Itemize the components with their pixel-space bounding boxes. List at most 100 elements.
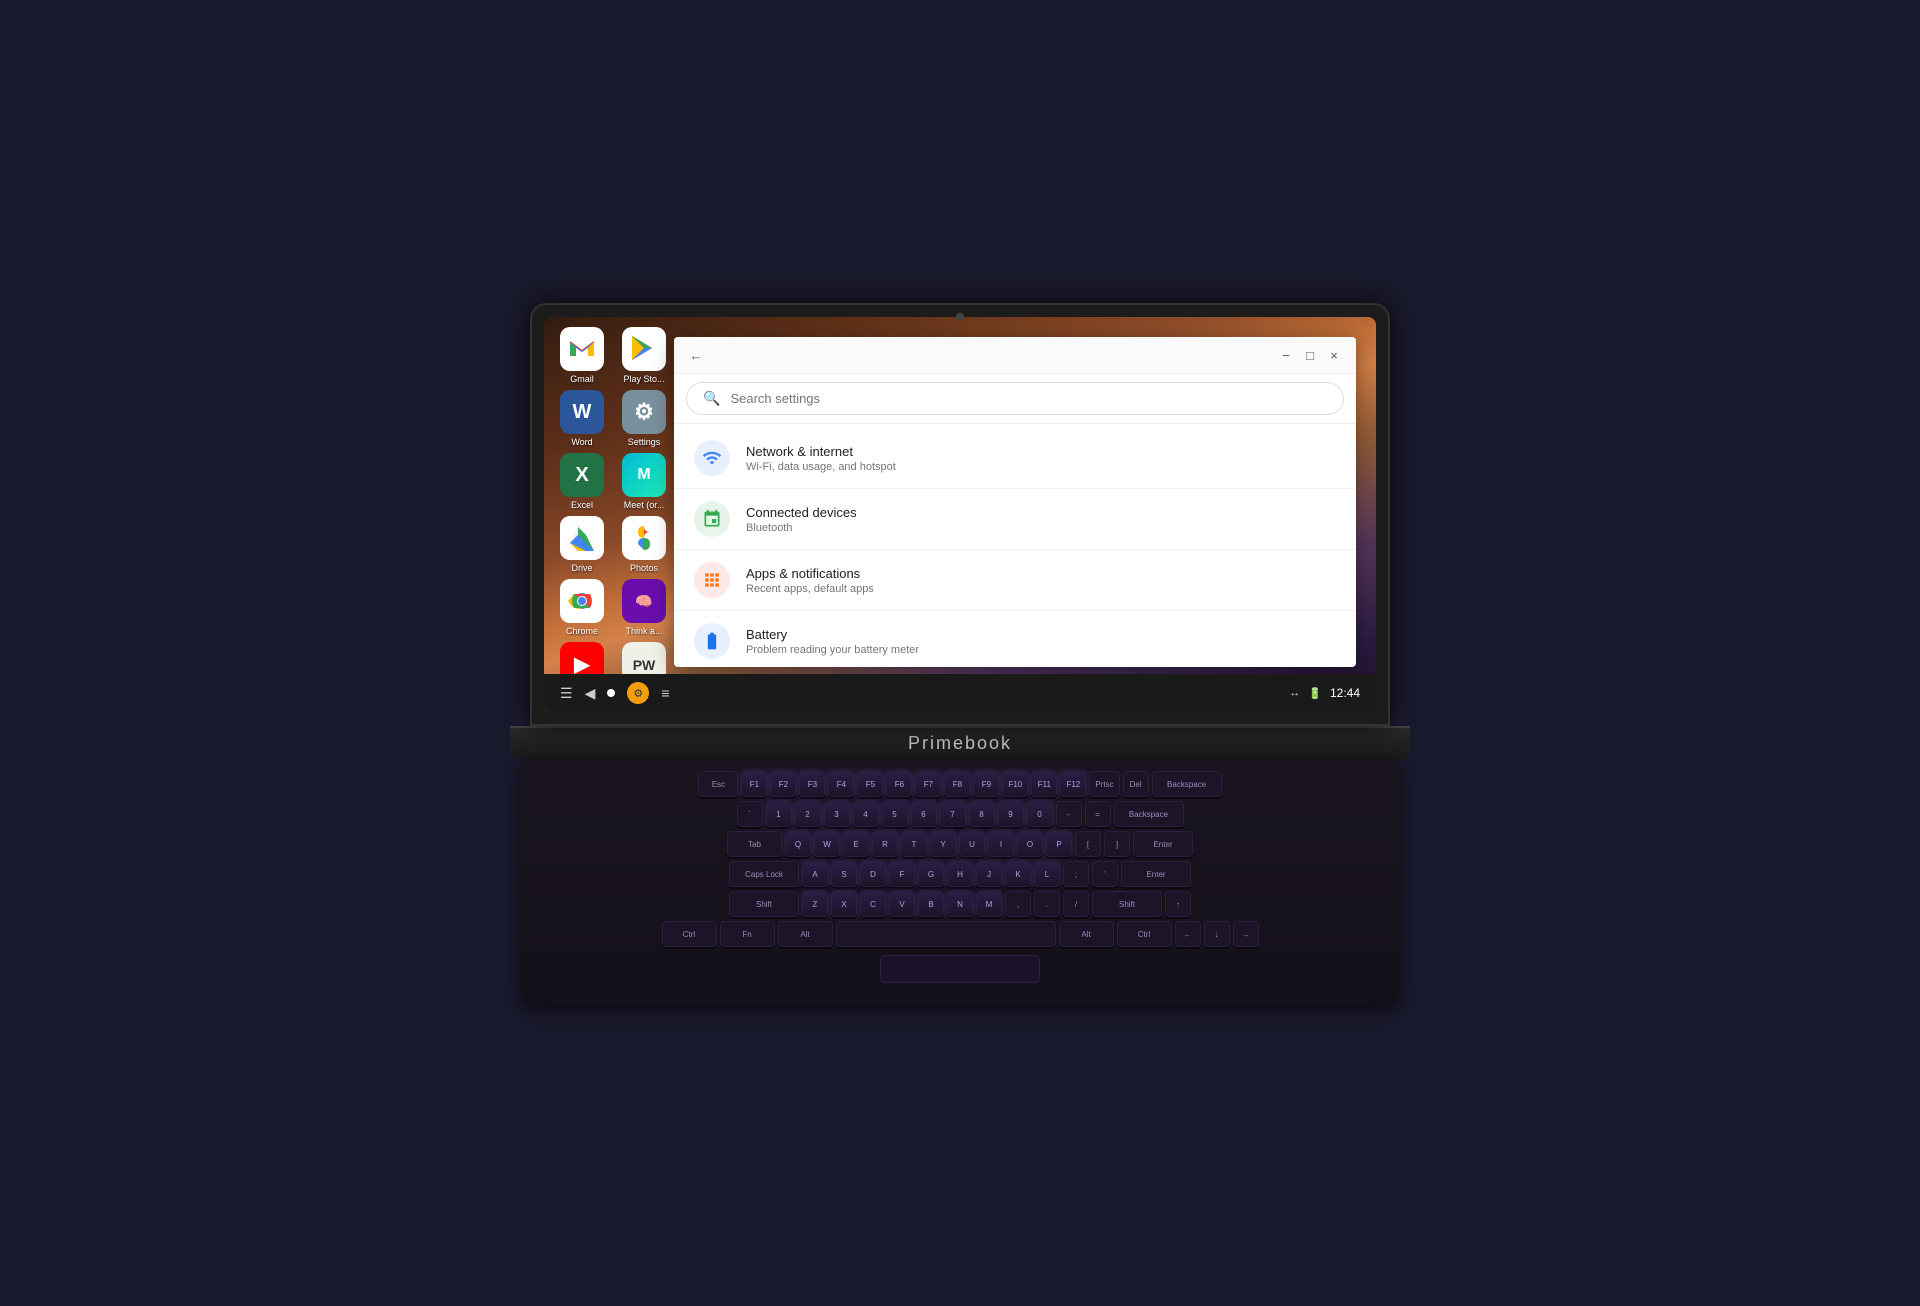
key-6[interactable]: 6 <box>911 801 937 827</box>
key-d[interactable]: D <box>860 861 886 887</box>
key-f5[interactable]: F5 <box>857 771 883 797</box>
key-e[interactable]: E <box>843 831 869 857</box>
key-backtick[interactable]: ` <box>737 801 763 827</box>
key-backspace2[interactable]: Backspace <box>1114 801 1184 827</box>
key-lbracket[interactable]: [ <box>1075 831 1101 857</box>
key-enter2[interactable]: Enter <box>1121 861 1191 887</box>
key-l[interactable]: L <box>1034 861 1060 887</box>
key-f9[interactable]: F9 <box>973 771 999 797</box>
key-b[interactable]: B <box>918 891 944 917</box>
key-fn[interactable]: Fn <box>720 921 775 947</box>
key-h[interactable]: H <box>947 861 973 887</box>
key-4[interactable]: 4 <box>853 801 879 827</box>
app-icon-meet[interactable]: M Meet (or... <box>616 453 672 510</box>
key-y[interactable]: Y <box>930 831 956 857</box>
key-s[interactable]: S <box>831 861 857 887</box>
key-del[interactable]: Del <box>1123 771 1149 797</box>
key-2[interactable]: 2 <box>795 801 821 827</box>
settings-item-battery[interactable]: Battery Problem reading your battery met… <box>674 611 1356 667</box>
key-q[interactable]: Q <box>785 831 811 857</box>
search-input[interactable] <box>730 391 1327 406</box>
key-period[interactable]: . <box>1034 891 1060 917</box>
key-o[interactable]: O <box>1017 831 1043 857</box>
key-esc[interactable]: Esc <box>698 771 738 797</box>
key-x[interactable]: X <box>831 891 857 917</box>
key-5[interactable]: 5 <box>882 801 908 827</box>
key-f3[interactable]: F3 <box>799 771 825 797</box>
app-icon-excel[interactable]: X Excel <box>554 453 610 510</box>
key-f11[interactable]: F11 <box>1031 771 1057 797</box>
key-t[interactable]: T <box>901 831 927 857</box>
key-c[interactable]: C <box>860 891 886 917</box>
key-slash[interactable]: / <box>1063 891 1089 917</box>
key-shift-right[interactable]: Shift <box>1092 891 1162 917</box>
key-down[interactable]: ↓ <box>1204 921 1230 947</box>
key-1[interactable]: 1 <box>766 801 792 827</box>
key-ctrl-right[interactable]: Ctrl <box>1117 921 1172 947</box>
key-k[interactable]: K <box>1005 861 1031 887</box>
key-rbracket[interactable]: ] <box>1104 831 1130 857</box>
key-3[interactable]: 3 <box>824 801 850 827</box>
key-shift-left[interactable]: Shift <box>729 891 799 917</box>
app-icon-think[interactable]: 🧠 Think a... <box>616 579 672 636</box>
key-f2[interactable]: F2 <box>770 771 796 797</box>
app-icon-settings[interactable]: ⚙ Settings <box>616 390 672 447</box>
search-box[interactable]: 🔍 <box>686 382 1344 415</box>
key-f[interactable]: F <box>889 861 915 887</box>
key-f7[interactable]: F7 <box>915 771 941 797</box>
close-button[interactable]: × <box>1324 345 1344 365</box>
key-7[interactable]: 7 <box>940 801 966 827</box>
key-comma[interactable]: , <box>1005 891 1031 917</box>
key-u[interactable]: U <box>959 831 985 857</box>
touchpad[interactable] <box>880 955 1040 983</box>
app-icon-playstore[interactable]: Play Sto... <box>616 327 672 384</box>
key-backspace[interactable]: Backspace <box>1152 771 1222 797</box>
taskbar-apps-icon[interactable]: ≡ <box>661 685 669 701</box>
key-g[interactable]: G <box>918 861 944 887</box>
key-f12[interactable]: F12 <box>1060 771 1086 797</box>
key-f6[interactable]: F6 <box>886 771 912 797</box>
key-n[interactable]: N <box>947 891 973 917</box>
key-r[interactable]: R <box>872 831 898 857</box>
key-enter[interactable]: Enter <box>1133 831 1193 857</box>
key-tab[interactable]: Tab <box>727 831 782 857</box>
key-v[interactable]: V <box>889 891 915 917</box>
key-alt-left[interactable]: Alt <box>778 921 833 947</box>
key-quote[interactable]: ' <box>1092 861 1118 887</box>
settings-item-apps[interactable]: Apps & notifications Recent apps, defaul… <box>674 550 1356 611</box>
settings-item-connected[interactable]: Connected devices Bluetooth <box>674 489 1356 550</box>
minimize-button[interactable]: − <box>1276 345 1296 365</box>
key-ctrl-left[interactable]: Ctrl <box>662 921 717 947</box>
taskbar-home-dot[interactable] <box>607 689 615 697</box>
app-icon-word[interactable]: W Word <box>554 390 610 447</box>
key-up[interactable]: ↑ <box>1165 891 1191 917</box>
settings-item-network[interactable]: Network & internet Wi-Fi, data usage, an… <box>674 428 1356 489</box>
back-button[interactable]: ← <box>686 345 706 365</box>
maximize-button[interactable]: □ <box>1300 345 1320 365</box>
key-space[interactable] <box>836 921 1056 947</box>
key-f10[interactable]: F10 <box>1002 771 1028 797</box>
key-a[interactable]: A <box>802 861 828 887</box>
key-m[interactable]: M <box>976 891 1002 917</box>
key-8[interactable]: 8 <box>969 801 995 827</box>
key-left[interactable]: ← <box>1175 921 1201 947</box>
key-equals[interactable]: = <box>1085 801 1111 827</box>
key-right[interactable]: → <box>1233 921 1259 947</box>
key-p[interactable]: P <box>1046 831 1072 857</box>
key-f4[interactable]: F4 <box>828 771 854 797</box>
key-f8[interactable]: F8 <box>944 771 970 797</box>
app-icon-gmail[interactable]: Gmail <box>554 327 610 384</box>
key-minus[interactable]: - <box>1056 801 1082 827</box>
key-j[interactable]: J <box>976 861 1002 887</box>
app-icon-photos[interactable]: Photos <box>616 516 672 573</box>
key-capslock[interactable]: Caps Lock <box>729 861 799 887</box>
taskbar-settings-icon[interactable]: ⚙ <box>627 682 649 704</box>
key-i[interactable]: I <box>988 831 1014 857</box>
app-icon-drive[interactable]: Drive <box>554 516 610 573</box>
app-icon-chrome[interactable]: Chrome <box>554 579 610 636</box>
taskbar-back-icon[interactable]: ◀ <box>585 685 596 702</box>
key-9[interactable]: 9 <box>998 801 1024 827</box>
key-f1[interactable]: F1 <box>741 771 767 797</box>
taskbar-menu-icon[interactable]: ☰ <box>560 685 573 702</box>
key-prtsc[interactable]: Prtsc <box>1089 771 1119 797</box>
